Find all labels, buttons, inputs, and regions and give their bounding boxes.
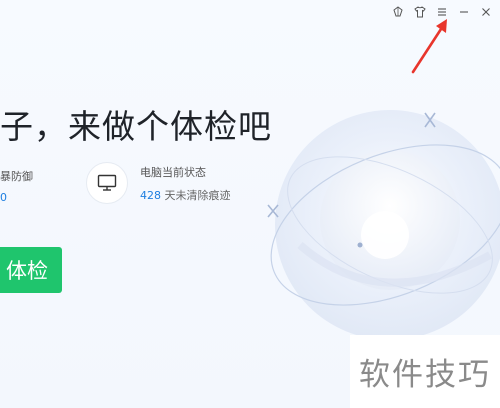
monitor-icon xyxy=(97,174,117,191)
annotation-arrow xyxy=(411,19,447,74)
defense-card: 暴防御 0 xyxy=(0,168,33,204)
minimize-icon xyxy=(460,11,468,13)
defense-label: 暴防御 xyxy=(0,170,33,183)
close-icon xyxy=(482,8,490,16)
orbit-illustration xyxy=(267,110,500,340)
check-button-label: 体检 xyxy=(6,259,48,283)
skin-icon xyxy=(393,6,403,17)
defense-value: 0 xyxy=(0,191,7,204)
app-window: 子，来做个体检吧 暴防御 0 电脑当前状态 428 天未清除痕迹 体检 软件技巧 xyxy=(0,0,500,408)
status-card: 电脑当前状态 428 天未清除痕迹 xyxy=(86,162,231,204)
watermark: 软件技巧 xyxy=(350,335,500,408)
monitor-badge xyxy=(86,162,128,204)
check-button[interactable]: 体检 xyxy=(0,247,62,293)
days-count: 428 xyxy=(140,188,161,202)
minimize-button[interactable] xyxy=(456,4,472,20)
status-label: 电脑当前状态 xyxy=(140,165,206,179)
skin-button[interactable] xyxy=(390,4,406,20)
days-suffix: 天未清除痕迹 xyxy=(164,188,231,202)
page-title: 子，来做个体检吧 xyxy=(0,107,272,146)
close-button[interactable] xyxy=(478,4,494,20)
status-detail: 428 天未清除痕迹 xyxy=(140,187,231,203)
